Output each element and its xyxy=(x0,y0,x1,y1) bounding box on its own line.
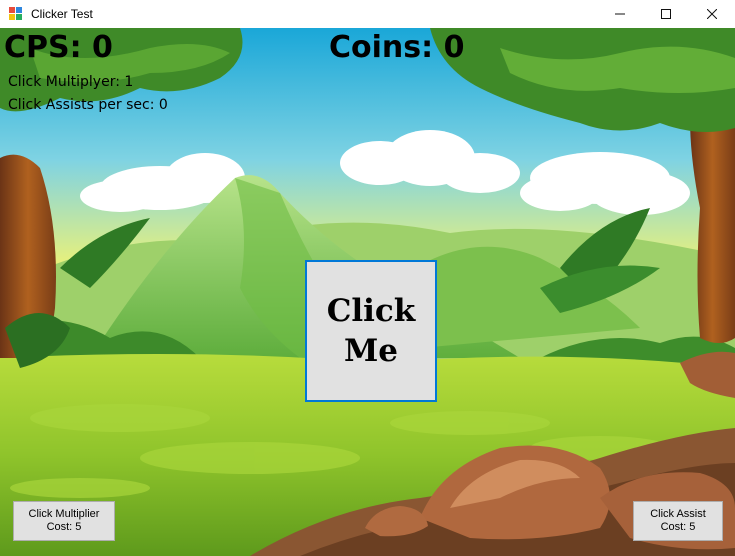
maximize-icon xyxy=(661,9,671,19)
app-icon xyxy=(9,7,23,21)
click-multiplier-label: Click Multiplyer: 1 xyxy=(8,74,134,90)
click-me-line-1: Click xyxy=(326,293,416,329)
game-background: CPS: 0 Coins: 0 Click Multiplyer: 1 Clic… xyxy=(0,28,735,556)
minimize-icon xyxy=(615,13,625,15)
click-me-line-2: Me xyxy=(343,333,399,369)
click-assist-cost: Cost: 5 xyxy=(660,521,696,533)
minimize-button[interactable] xyxy=(597,0,643,28)
buy-click-multiplier-button[interactable]: Click Multiplier Cost: 5 xyxy=(13,501,115,541)
click-multiplier-button-label: Click Multiplier xyxy=(28,508,100,520)
app-window: Clicker Test CPS: 0 Coins: 0 Click Multi… xyxy=(0,0,735,556)
click-multiplier-cost: Cost: 5 xyxy=(46,521,82,533)
title-bar: Clicker Test xyxy=(0,0,735,28)
click-assists-label: Click Assists per sec: 0 xyxy=(8,97,168,113)
maximize-button[interactable] xyxy=(643,0,689,28)
close-icon xyxy=(707,9,717,19)
click-assist-button-label: Click Assist xyxy=(650,508,706,520)
window-title: Clicker Test xyxy=(31,7,93,21)
buy-click-assist-button[interactable]: Click Assist Cost: 5 xyxy=(633,501,723,541)
click-me-button[interactable]: Click Me xyxy=(305,260,437,402)
cps-label: CPS: 0 xyxy=(4,30,113,65)
coins-label: Coins: 0 xyxy=(329,30,465,65)
close-button[interactable] xyxy=(689,0,735,28)
